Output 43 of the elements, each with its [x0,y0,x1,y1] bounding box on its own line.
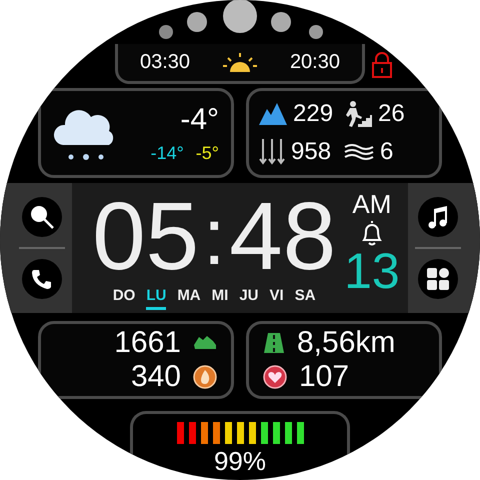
clock-separator: : [203,197,226,277]
down-arrows-icon [259,139,285,165]
stat-value: 6 [380,138,394,166]
stat-value: 229 [293,100,334,128]
music-button[interactable] [418,197,458,237]
search-icon [29,204,56,230]
apps-grid-icon [426,268,449,290]
activity-value: 107 [299,362,350,392]
sunset-time: 20:30 [290,51,340,74]
clock-hours: 05 [92,189,200,285]
weekday-label: LU [146,287,166,310]
mountain-icon [259,103,287,125]
weekday-label: MI [212,287,228,306]
phone-icon [31,268,54,290]
low-temperature: -14° [150,142,184,164]
battery-percentage: 99% [214,446,266,477]
bell-icon [360,220,384,246]
road-icon [263,332,285,354]
activity-value: 340 [130,362,181,392]
weekday-label: MA [177,287,201,306]
activity-value: 8,56km [297,328,396,358]
music-note-icon [426,205,449,229]
weekday-label: VI [270,287,284,306]
apps-button[interactable] [418,259,458,299]
search-button[interactable] [22,197,62,237]
sunrise-time: 03:30 [140,51,190,74]
flame-icon [193,365,217,389]
weekday-label: SA [294,287,316,306]
stat-value: 26 [378,100,405,128]
date-number: 13 [344,246,400,296]
activity-value: 1661 [114,328,181,358]
stairs-climber-icon [344,101,372,127]
sun-icon [223,52,257,74]
phone-button[interactable] [22,259,62,299]
wind-icon [344,143,374,161]
high-temperature: -5° [196,142,219,164]
stat-value: 958 [291,138,332,166]
clock-minutes: 48 [229,189,336,285]
lock-icon [371,52,393,78]
current-temperature: -4° [180,102,219,136]
weekday-label: DO [112,287,136,306]
am-pm-label: AM [352,189,392,220]
weekday-label: JU [239,287,258,306]
